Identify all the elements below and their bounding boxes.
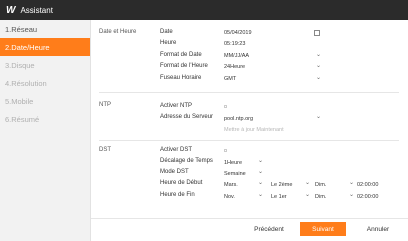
time-format-select[interactable]: 24Heure [224,64,245,70]
chevron-down-icon[interactable]: ⌄ [305,180,310,186]
chevron-down-icon[interactable]: ⌄ [316,63,321,69]
time-field[interactable]: 05:19:23 [224,41,245,47]
cancel-button[interactable]: Annuler [355,222,401,236]
chevron-down-icon[interactable]: ⌄ [258,158,263,164]
chevron-down-icon[interactable]: ⌄ [316,52,321,58]
step-network[interactable]: 1.Réseau [0,20,90,38]
dst-enable-label: Activer DST [160,147,193,153]
calendar-icon[interactable] [314,30,320,36]
date-label: Date [160,29,173,35]
dst-mode-select[interactable]: Semaine [224,171,246,177]
dst-start-month-select[interactable]: Mars. [224,182,238,188]
date-format-select[interactable]: MM/JJ/AA [224,53,249,59]
step-mobile[interactable]: 5.Mobile [0,92,90,110]
time-format-label: Format de l'Heure [160,63,208,69]
dst-start-week-select[interactable]: Le 2ème [271,182,292,188]
dst-offset-label: Décalage de Temps [160,158,213,164]
step-label: 6.Résumé [5,114,40,124]
ntp-update-now-link[interactable]: Mettre à jour Maintenant [224,127,284,133]
dst-end-time-field[interactable]: 02:00:00 [357,194,378,200]
ntp-server-label: Adresse du Serveur [160,114,214,120]
section-ntp: NTP [99,102,111,108]
step-disk[interactable]: 3.Disque [0,56,90,74]
dst-offset-select[interactable]: 1Heure [224,160,242,166]
window-title: Assistant [20,5,53,15]
step-label: 1.Réseau [5,24,38,34]
step-label: 5.Mobile [5,96,34,106]
step-label: 4.Résolution [5,78,47,88]
wizard-steps-sidebar: 1.Réseau 2.Date/Heure 3.Disque 4.Résolut… [0,20,91,241]
dst-start-label: Heure de Début [160,180,203,186]
chevron-down-icon[interactable]: ⌄ [349,180,354,186]
previous-button[interactable]: Précédent [246,222,292,236]
next-button[interactable]: Suivant [300,222,346,236]
timezone-label: Fuseau Horaire [160,75,202,81]
chevron-down-icon[interactable]: ⌄ [258,180,263,186]
dst-end-month-select[interactable]: Nov. [224,194,235,200]
step-resolution[interactable]: 4.Résolution [0,74,90,92]
step-summary[interactable]: 6.Résumé [0,110,90,128]
chevron-down-icon[interactable]: ⌄ [349,192,354,198]
step-label: 3.Disque [5,60,35,70]
timezone-select[interactable]: GMT [224,76,236,82]
ntp-server-input[interactable]: pool.ntp.org [224,116,253,122]
section-date-time: Date et Heure [99,29,137,35]
chevron-down-icon[interactable]: ⌄ [258,169,263,175]
app-logo: W [6,4,16,16]
title-bar: W Assistant [0,0,408,20]
chevron-down-icon[interactable]: ⌄ [316,75,321,81]
dst-mode-label: Mode DST [160,169,189,175]
date-format-label: Format de Date [160,52,202,58]
section-dst: DST [99,147,111,153]
settings-panel: Date et Heure Date 05/04/2019 Heure 05:1… [91,20,408,241]
chevron-down-icon[interactable]: ⌄ [305,192,310,198]
chevron-down-icon[interactable]: ⌄ [316,114,321,120]
date-field[interactable]: 05/04/2019 [224,30,252,36]
dst-end-day-select[interactable]: Dim. [315,194,326,200]
dst-end-label: Heure de Fin [160,192,195,198]
chevron-down-icon[interactable]: ⌄ [258,192,263,198]
time-label: Heure [160,40,177,46]
section-divider [99,140,399,141]
dst-enable-checkbox[interactable] [224,149,227,152]
ntp-enable-label: Activer NTP [160,103,193,109]
dst-start-time-field[interactable]: 02:00:00 [357,182,378,188]
dst-start-day-select[interactable]: Dim. [315,182,326,188]
ntp-enable-checkbox[interactable] [224,105,227,108]
dst-end-week-select[interactable]: Le 1er [271,194,287,200]
footer-divider [91,218,408,219]
step-date-time[interactable]: 2.Date/Heure [0,38,90,56]
step-label: 2.Date/Heure [5,42,50,52]
section-divider [99,92,399,93]
